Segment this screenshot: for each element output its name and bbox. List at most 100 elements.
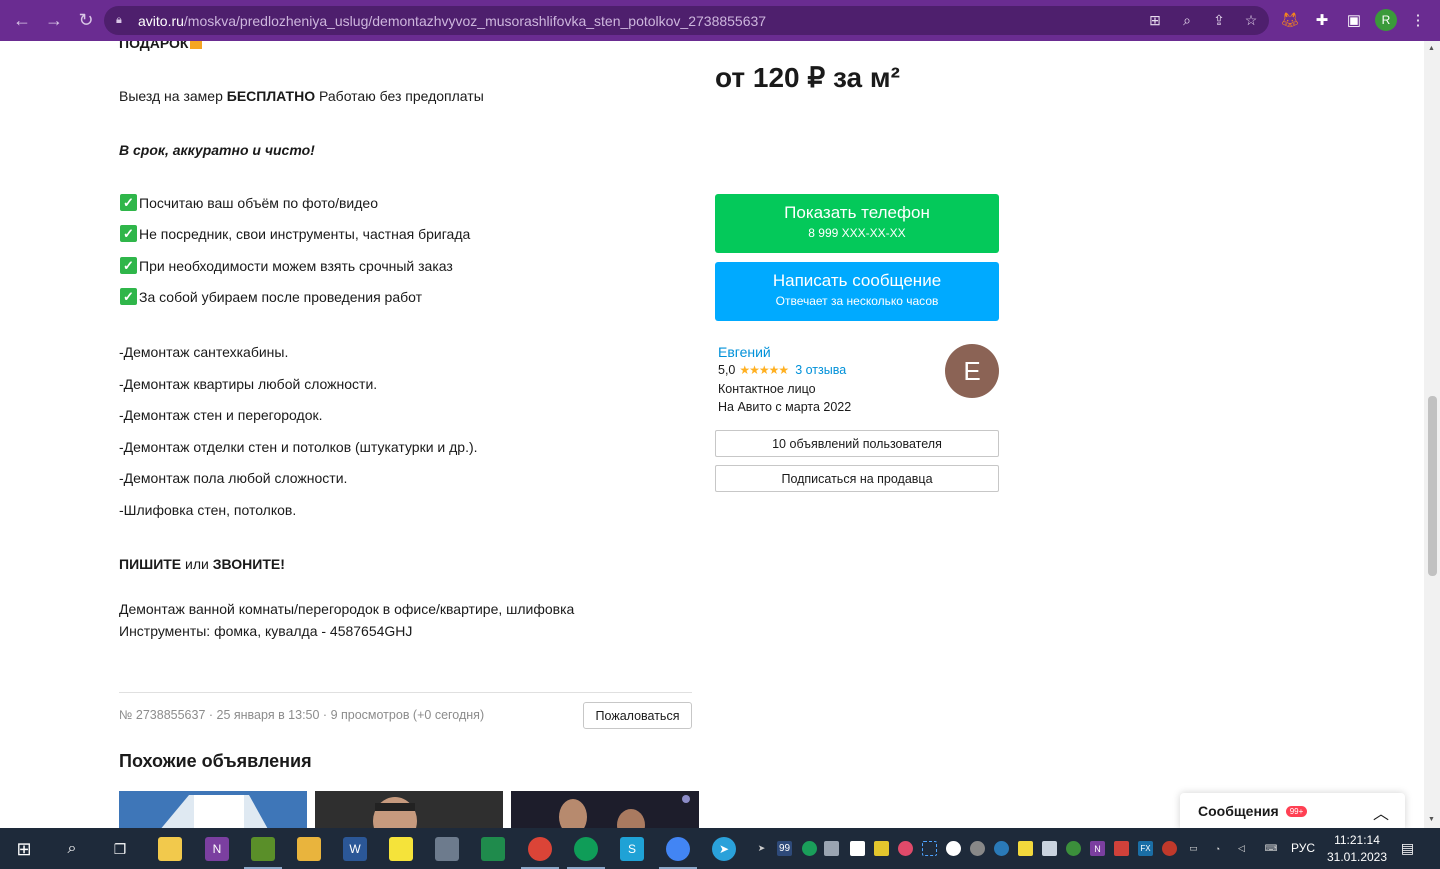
clock-time: 11:21:14 <box>1334 833 1380 847</box>
chevron-up-icon[interactable]: ︿ <box>1373 800 1389 824</box>
similar-listing-thumbnail[interactable] <box>315 791 503 828</box>
fx-icon[interactable]: FX <box>1138 841 1153 856</box>
input-language[interactable]: РУС <box>1291 841 1315 855</box>
word-icon[interactable]: W <box>343 837 367 861</box>
similar-listing-thumbnail[interactable] <box>119 791 307 828</box>
monitor-icon[interactable] <box>824 841 839 856</box>
service-item: -Демонтаж квартиры любой сложности. <box>119 376 378 392</box>
file-icon[interactable] <box>158 837 182 861</box>
document-icon[interactable] <box>850 841 865 856</box>
sticky-tray-icon[interactable] <box>1018 841 1033 856</box>
check-item: ✓ За собой убираем после проведения работ <box>120 288 422 305</box>
speaker-icon[interactable]: ◁ <box>1234 841 1249 856</box>
side-panel-icon[interactable]: ▣ <box>1343 9 1365 31</box>
task-view-icon[interactable]: ❐ <box>108 837 132 861</box>
listing-meta: № 2738855637 · 25 января в 13:50 · 9 про… <box>119 708 485 722</box>
notifications-icon[interactable]: ▤ <box>1400 840 1415 856</box>
share-icon[interactable]: ⇪ <box>1209 10 1229 30</box>
address-bar[interactable]: 🔒︎ avito.ru/moskva/predlozheniya_uslug/d… <box>104 6 1269 35</box>
write-message-button[interactable]: Написать сообщение Отвечает за несколько… <box>715 262 999 321</box>
onenote-icon[interactable]: N <box>205 837 229 861</box>
complain-button[interactable]: Пожаловаться <box>583 702 692 729</box>
telegram-icon[interactable]: ➤ <box>712 837 736 861</box>
snip-icon[interactable] <box>922 841 937 856</box>
page-scrollbar[interactable]: ▲ ▼ <box>1424 41 1440 828</box>
response-time: Отвечает за несколько часов <box>775 294 939 308</box>
sticky-notes-icon[interactable] <box>389 837 413 861</box>
app-tray2-icon[interactable] <box>1162 841 1177 856</box>
scroll-down-arrow-icon[interactable]: ▼ <box>1428 816 1435 823</box>
system-clock[interactable]: 11:21:14 31.01.2023 <box>1322 832 1392 866</box>
windows-start-icon[interactable]: ⊞ <box>12 837 36 861</box>
reviews-link[interactable]: 3 отзыва <box>795 363 846 377</box>
keyboard-icon[interactable]: ⌨ <box>1260 841 1282 856</box>
notepad-icon[interactable] <box>251 837 275 861</box>
app-s-icon[interactable]: S <box>620 837 644 861</box>
menu-kebab-icon[interactable]: ⋮ <box>1407 9 1429 31</box>
notes-icon[interactable] <box>874 841 889 856</box>
check-icon: ✓ <box>120 257 137 274</box>
messages-badge: 99+ <box>1285 805 1308 817</box>
rating-value: 5,0 <box>718 363 736 377</box>
chrome-profile-icon[interactable] <box>574 837 598 861</box>
phone-masked: 8 999 XXX-XX-XX <box>808 226 906 240</box>
record-icon[interactable] <box>898 841 913 856</box>
metamask-extension-icon[interactable]: 🦊︎ <box>1279 9 1301 31</box>
messages-label: Сообщения <box>1198 803 1279 819</box>
chrome-profile2-icon[interactable] <box>666 837 690 861</box>
spreadsheet-icon[interactable] <box>481 837 505 861</box>
bookmark-star-icon[interactable]: ☆ <box>1241 10 1261 30</box>
call-to-action: ПИШИТЕ или ЗВОНИТЕ! <box>119 556 285 572</box>
show-phone-button[interactable]: Показать телефон 8 999 XXX-XX-XX <box>715 194 999 253</box>
profile-avatar[interactable]: R <box>1375 9 1397 31</box>
window-tray-icon[interactable] <box>1042 841 1057 856</box>
description-line: Демонтаж ванной комнаты/перегородок в оф… <box>119 601 575 617</box>
extensions-puzzle-icon[interactable]: ✚ <box>1311 9 1333 31</box>
network-globe-icon[interactable] <box>1066 841 1081 856</box>
check-item: ✓ Не посредник, свои инструменты, частная… <box>120 225 470 242</box>
zoom-icon[interactable]: ⌕ <box>1177 10 1197 30</box>
chrome-tray-icon[interactable] <box>994 841 1009 856</box>
check-icon: ✓ <box>120 288 137 305</box>
chrome-icon[interactable] <box>528 837 552 861</box>
thumbnail-image <box>119 791 307 828</box>
send-icon[interactable]: ➤ <box>754 841 769 856</box>
back-arrow-icon[interactable]: ← <box>6 5 38 37</box>
similar-listings-title: Похожие объявления <box>119 751 312 771</box>
scroll-thumb[interactable] <box>1428 396 1437 576</box>
app-tray-icon[interactable] <box>946 841 961 856</box>
seller-avatar[interactable]: Е <box>945 344 999 398</box>
messages-widget[interactable]: Сообщения 99+ ︿ <box>1180 793 1405 828</box>
scroll-up-arrow-icon[interactable]: ▲ <box>1428 45 1435 52</box>
search-icon[interactable]: ⌕ <box>60 837 84 861</box>
page-content: ПОДАРОК Выезд на замер БЕСПЛАТНО Работаю… <box>0 41 1424 828</box>
file-explorer-icon[interactable] <box>297 837 321 861</box>
tray-badge[interactable]: 99 <box>777 841 792 856</box>
service-item: -Демонтаж пола любой сложности. <box>119 470 348 486</box>
seller-name-link[interactable]: Евгений <box>718 344 771 360</box>
subscribe-seller-button[interactable]: Подписаться на продавца <box>715 465 999 492</box>
wifi-icon[interactable]: ◔ <box>1210 841 1225 856</box>
browser-toolbar: ← → ↻ 🔒︎ avito.ru/moskva/predlozheniya_u… <box>0 0 1440 41</box>
onenote-tray-icon[interactable]: N <box>1090 841 1105 856</box>
translate-icon[interactable]: ⊞ <box>1145 10 1165 30</box>
price: от 120 ₽ за м² <box>715 62 900 93</box>
write-message-label: Написать сообщение <box>772 271 942 290</box>
seller-listings-button[interactable]: 10 объявлений пользователя <box>715 430 999 457</box>
similar-listing-thumbnail[interactable] <box>511 791 699 828</box>
thumbnail-image <box>315 791 503 828</box>
seller-since: На Авито с марта 2022 <box>718 400 852 414</box>
service-item: -Шлифовка стен, потолков. <box>119 502 297 518</box>
shield-icon[interactable] <box>802 841 817 856</box>
app-red-icon[interactable] <box>1114 841 1129 856</box>
clock-date: 31.01.2023 <box>1326 850 1388 864</box>
reload-icon[interactable]: ↻ <box>70 5 102 37</box>
settings-tray-icon[interactable] <box>970 841 985 856</box>
service-item: -Демонтаж сантехкабины. <box>119 344 289 360</box>
forward-arrow-icon[interactable]: → <box>38 5 70 37</box>
check-icon: ✓ <box>120 225 137 242</box>
service-item: -Демонтаж отделки стен и потолков (штука… <box>119 439 478 455</box>
app-icon[interactable] <box>435 837 459 861</box>
gift-icon <box>190 41 203 49</box>
battery-icon[interactable]: ▭ <box>1186 841 1201 856</box>
